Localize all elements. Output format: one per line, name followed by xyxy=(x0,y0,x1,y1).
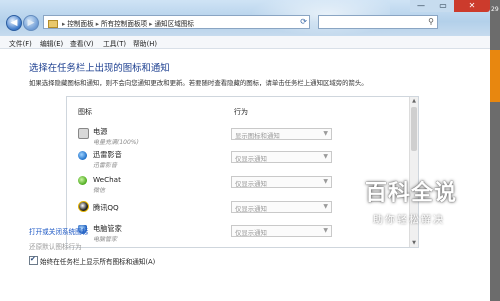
menu-view[interactable]: 查看(V) xyxy=(70,38,94,48)
breadcrumb-item-control-panel[interactable]: 控制面板 xyxy=(67,20,93,28)
chevron-down-icon: ▼ xyxy=(323,203,328,210)
search-input[interactable]: ⚲ xyxy=(318,15,438,29)
list-item: 电源 电量充满(100%) 显示图标和通知 ▼ xyxy=(67,126,409,148)
watermark-logo: 百科全说 助你轻松解决 xyxy=(331,170,481,236)
item-subtitle: 电脑管家 xyxy=(93,236,118,243)
page-title: 选择在任务栏上出现的图标和通知 xyxy=(29,63,170,74)
menu-file[interactable]: 文件(F) xyxy=(9,38,32,48)
watermark-title: 百科全说 xyxy=(365,181,458,206)
item-name: 电源 xyxy=(93,127,108,136)
breadcrumb-item-notification-icons[interactable]: 通知区域图标 xyxy=(154,20,194,28)
thunder-player-icon xyxy=(78,151,87,160)
address-bar[interactable]: ▸ 控制面板 ▸ 所有控制面板项 ▸ 通知区域图标 ⟳ xyxy=(43,15,310,29)
item-name: 迅雷影音 xyxy=(93,150,122,159)
taskbar-orange-item[interactable] xyxy=(490,50,500,102)
always-show-checkbox[interactable]: ✔ xyxy=(29,255,38,265)
refresh-icon[interactable]: ⟳ xyxy=(300,17,307,26)
list-item: 迅雷影音 迅雷影音 仅显示通知 ▼ xyxy=(67,149,409,171)
behavior-dropdown[interactable]: 仅显示通知 ▼ xyxy=(231,176,332,188)
column-header-behavior: 行为 xyxy=(234,108,248,116)
behavior-dropdown[interactable]: 仅显示通知 ▼ xyxy=(231,225,332,237)
behavior-dropdown[interactable]: 仅显示通知 ▼ xyxy=(231,151,332,163)
battery-icon xyxy=(78,128,89,139)
menu-bar: 文件(F) 编辑(E) 查看(V) 工具(T) 帮助(H) xyxy=(0,36,490,49)
menu-tools[interactable]: 工具(T) xyxy=(103,38,126,48)
chevron-down-icon: ▼ xyxy=(323,178,328,185)
breadcrumb-separator-icon: ▸ xyxy=(149,20,153,28)
always-show-label: 始终在任务栏上显示所有图标和通知(A) xyxy=(40,258,156,266)
desktop-edge: 29 xyxy=(490,0,500,301)
item-name: 电脑管家 xyxy=(93,224,122,233)
search-icon[interactable]: ⚲ xyxy=(428,17,434,26)
minimize-button[interactable]: — xyxy=(410,0,432,12)
menu-edit[interactable]: 编辑(E) xyxy=(40,38,63,48)
chevron-down-icon: ▼ xyxy=(323,130,328,137)
scroll-thumb[interactable] xyxy=(411,107,417,151)
page-description: 如果选择隐藏图标和通知，则不会向您通知更改和更新。若要随时查看隐藏的图标，请单击… xyxy=(29,79,368,87)
forward-button[interactable]: ▶ xyxy=(23,15,39,31)
system-icons-link[interactable]: 打开或关闭系统图标 xyxy=(29,226,88,236)
column-header-icon: 图标 xyxy=(78,108,92,116)
dropdown-value: 仅显示通知 xyxy=(235,179,267,188)
maximize-button[interactable]: ▭ xyxy=(432,0,454,12)
checkmark-icon: ✔ xyxy=(30,255,36,263)
behavior-dropdown[interactable]: 仅显示通知 ▼ xyxy=(231,201,332,213)
clock-fragment: 29 xyxy=(491,6,499,13)
chevron-down-icon: ▼ xyxy=(323,227,328,234)
item-subtitle: 微信 xyxy=(93,187,106,194)
item-subtitle: 电量充满(100%) xyxy=(93,139,139,146)
qq-penguin-icon xyxy=(78,201,89,212)
folder-icon xyxy=(48,20,58,28)
menu-help[interactable]: 帮助(H) xyxy=(133,38,157,48)
watermark-subtitle: 助你轻松解决 xyxy=(373,215,445,226)
breadcrumb: ▸ 控制面板 ▸ 所有控制面板项 ▸ 通知区域图标 xyxy=(48,18,194,28)
behavior-dropdown[interactable]: 显示图标和通知 ▼ xyxy=(231,128,332,140)
close-button[interactable]: ✕ xyxy=(454,0,490,12)
back-button[interactable]: ◀ xyxy=(6,15,22,31)
breadcrumb-item-all-items[interactable]: 所有控制面板项 xyxy=(101,20,147,28)
scroll-up-icon[interactable]: ▲ xyxy=(411,98,417,104)
restore-default-link[interactable]: 还原默认图标行为 xyxy=(29,241,82,251)
dropdown-value: 仅显示通知 xyxy=(235,204,267,213)
wechat-icon xyxy=(78,176,87,185)
scroll-down-icon[interactable]: ▼ xyxy=(411,240,417,246)
item-name: WeChat xyxy=(93,175,121,184)
breadcrumb-separator-icon: ▸ xyxy=(95,20,99,28)
dropdown-value: 仅显示通知 xyxy=(235,228,267,237)
window-titlebar: ◀ ▶ ▸ 控制面板 ▸ 所有控制面板项 ▸ 通知区域图标 ⟳ ⚲ — ▭ ✕ xyxy=(0,0,490,36)
dropdown-value: 仅显示通知 xyxy=(235,154,267,163)
chevron-down-icon: ▼ xyxy=(323,153,328,160)
breadcrumb-separator-icon: ▸ xyxy=(62,20,66,28)
dropdown-value: 显示图标和通知 xyxy=(235,131,280,140)
item-subtitle: 迅雷影音 xyxy=(93,162,118,169)
item-name: 腾讯QQ xyxy=(93,203,119,212)
